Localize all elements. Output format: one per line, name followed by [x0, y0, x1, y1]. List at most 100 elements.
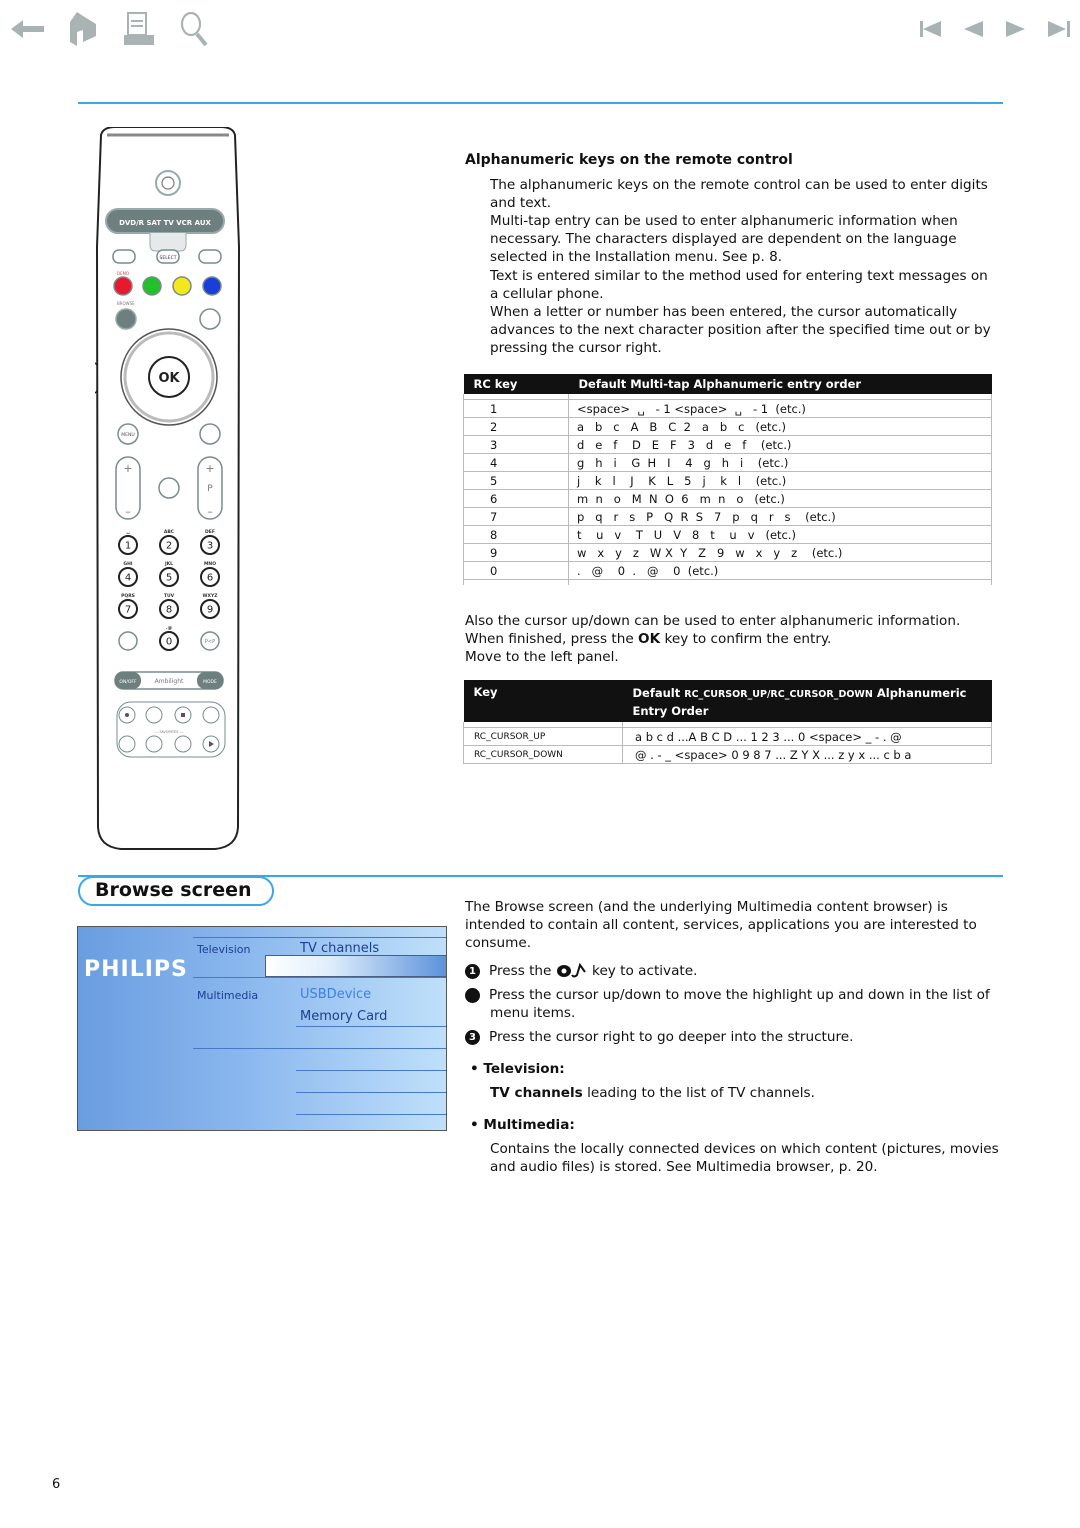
digit-letters-label: .@ [166, 625, 173, 631]
step-2: 2 Press the cursor up/down to move the hi… [457, 986, 1000, 1022]
browse-screen-illustration: PHILIPS Television TV channels Multimedi… [77, 926, 447, 1131]
column-header: Default RC_CURSOR_UP/RC_CURSOR_DOWN Alph… [622, 680, 992, 722]
rc-key-cell: 7 [463, 507, 569, 526]
home-icon[interactable] [68, 12, 98, 46]
section-title: Browse screen [95, 879, 252, 901]
step-number: 3 [465, 1030, 480, 1045]
section-subheading: Alphanumeric keys on the remote control [465, 152, 793, 168]
step-number: 2 [457, 988, 480, 1003]
text: Press the cursor right to go deeper into… [489, 1029, 854, 1045]
step-3: 3 Press the cursor right to go deeper int… [465, 1028, 1000, 1046]
text: Press the [489, 963, 556, 979]
text: Default [632, 686, 685, 700]
multitap-table: RC key Default Multi-tap Alphanumeric en… [463, 374, 992, 585]
step-1: 1 Press the key to activate. [465, 962, 1000, 983]
paragraph: When a letter or number has been entered… [490, 304, 991, 357]
search-icon[interactable] [178, 12, 212, 46]
table-row: 9w x y z W X Y Z 9 w x y z (etc.) [463, 543, 992, 562]
bullet-television: • Television: [470, 1061, 565, 1077]
tv-item-usbdevice[interactable]: USBDevice [300, 987, 371, 1002]
bullet-title: Television: [483, 1061, 565, 1077]
svg-text:Ambilight: Ambilight [155, 678, 184, 685]
key-cell: RC_CURSOR_DOWN [463, 745, 623, 764]
info-key [118, 631, 138, 651]
svg-text:DEMO: DEMO [117, 271, 129, 276]
digit-key-label: 2 [166, 541, 172, 552]
rc-key-cell: 3 [463, 435, 569, 454]
previous-page-icon[interactable] [963, 12, 985, 46]
text: When finished, press the [465, 631, 639, 647]
digit-letters-label: MNO [204, 561, 216, 567]
tv-item-tv-channels[interactable]: TV channels [300, 941, 379, 956]
header-rule [78, 102, 1003, 104]
svg-text:SELECT: SELECT [160, 255, 177, 261]
bullet-title: Multimedia: [483, 1117, 575, 1133]
text: TV channels [490, 1085, 583, 1101]
first-page-icon[interactable] [920, 12, 942, 46]
text: key to confirm the entry. [660, 631, 832, 647]
svg-text:+: + [123, 462, 132, 475]
digit-key-label: 6 [207, 573, 213, 584]
paragraph: The alphanumeric keys on the remote cont… [490, 177, 988, 212]
paragraph: Also the cursor up/down can be used to e… [465, 613, 961, 629]
cursor-order-table: Key Default RC_CURSOR_UP/RC_CURSOR_DOWN … [463, 680, 992, 764]
table-row: 8t u v T U V 8 t u v (etc.) [463, 525, 992, 544]
digit-key-label: 0 [166, 637, 172, 648]
entry-order-cell: m n o M N O 6 m n o (etc.) [568, 489, 992, 508]
text: key to activate. [587, 963, 698, 979]
order-cell: a b c d ...A B C D ... 1 2 3 ... 0 <spac… [622, 727, 992, 746]
table-row: 7p q r s P Q R S 7 p q r s (etc.) [463, 507, 992, 526]
back-arrow-icon[interactable] [10, 12, 46, 46]
table-row: 2a b c A B C 2 a b c (etc.) [463, 417, 992, 436]
digit-letters-label: ␣ [126, 530, 129, 535]
paragraph: Contains the locally connected devices o… [490, 1141, 999, 1176]
paragraph: When finished, press the OK key to confi… [465, 630, 1005, 648]
last-page-icon[interactable] [1047, 12, 1071, 46]
table-row: 1 <space> ␣ - 1 <space> ␣ - 1 (etc.) [463, 399, 992, 418]
tv-category-multimedia[interactable]: Multimedia [197, 989, 258, 1002]
paragraph: Move to the left panel. [465, 649, 619, 665]
table-row: 6m n o M N O 6 m n o (etc.) [463, 489, 992, 508]
text: Entry Order [632, 704, 709, 718]
tv-category-television[interactable]: Television [197, 943, 251, 956]
svg-text:ON/OFF: ON/OFF [119, 679, 137, 685]
remote-control-illustration: DVD/R SAT TV VCR AUX SELECT DEMO BROWSE … [88, 126, 241, 851]
step-number: 1 [465, 964, 480, 979]
table-row: RC_CURSOR_DOWN @ . - _ <space> 0 9 8 7 .… [463, 745, 992, 764]
ok-key-text: OK [638, 631, 661, 647]
pip-key-label: P<P [205, 639, 215, 645]
table-row: 4g h i G H I 4 g h i (etc.) [463, 453, 992, 472]
tv-item-memory-card[interactable]: Memory Card [300, 1009, 387, 1024]
page-number: 6 [52, 1477, 61, 1492]
entry-order-cell: j k l J K L 5 j k l (etc.) [568, 471, 992, 490]
bullet-multimedia: • Multimedia: [470, 1117, 575, 1133]
svg-text:BROWSE: BROWSE [117, 301, 135, 306]
selection-highlight [265, 955, 446, 977]
rc-key-cell: 4 [463, 453, 569, 472]
entry-order-cell: w x y z W X Y Z 9 w x y z (etc.) [568, 543, 992, 562]
table-row: 0. @ 0 . @ 0 (etc.) [463, 561, 992, 580]
digit-key-label: 7 [125, 605, 131, 616]
digit-key-label: 5 [166, 573, 172, 584]
digit-letters-label: TUV [164, 593, 175, 599]
entry-order-cell: . @ 0 . @ 0 (etc.) [568, 561, 992, 580]
rc-key-cell: 8 [463, 525, 569, 544]
paragraph: The Browse screen (and the underlying Mu… [465, 899, 977, 952]
svg-text:MENU: MENU [121, 432, 134, 438]
order-cell: @ . - _ <space> 0 9 8 7 ... Z Y X ... z … [622, 745, 992, 764]
paragraph: TV channels leading to the list of TV ch… [490, 1084, 1000, 1102]
text: Alphanumeric [872, 686, 967, 700]
entry-order-cell: <space> ␣ - 1 <space> ␣ - 1 (etc.) [568, 399, 992, 418]
entry-order-cell: d e f D E F 3 d e f (etc.) [568, 435, 992, 454]
digit-key-label: 3 [207, 541, 213, 552]
digit-key-label: 1 [125, 541, 131, 552]
rc-key-cell: 2 [463, 417, 569, 436]
rc-key-cell: 0 [463, 561, 569, 580]
print-icon[interactable] [122, 12, 156, 46]
table-row: RC_CURSOR_UP a b c d ...A B C D ... 1 2 … [463, 727, 992, 746]
browse-key-icon [556, 962, 588, 983]
digit-letters-label: GHI [123, 561, 132, 567]
text: leading to the list of TV channels. [582, 1085, 815, 1101]
next-page-icon[interactable] [1005, 12, 1027, 46]
rc-key-cell: 5 [463, 471, 569, 490]
